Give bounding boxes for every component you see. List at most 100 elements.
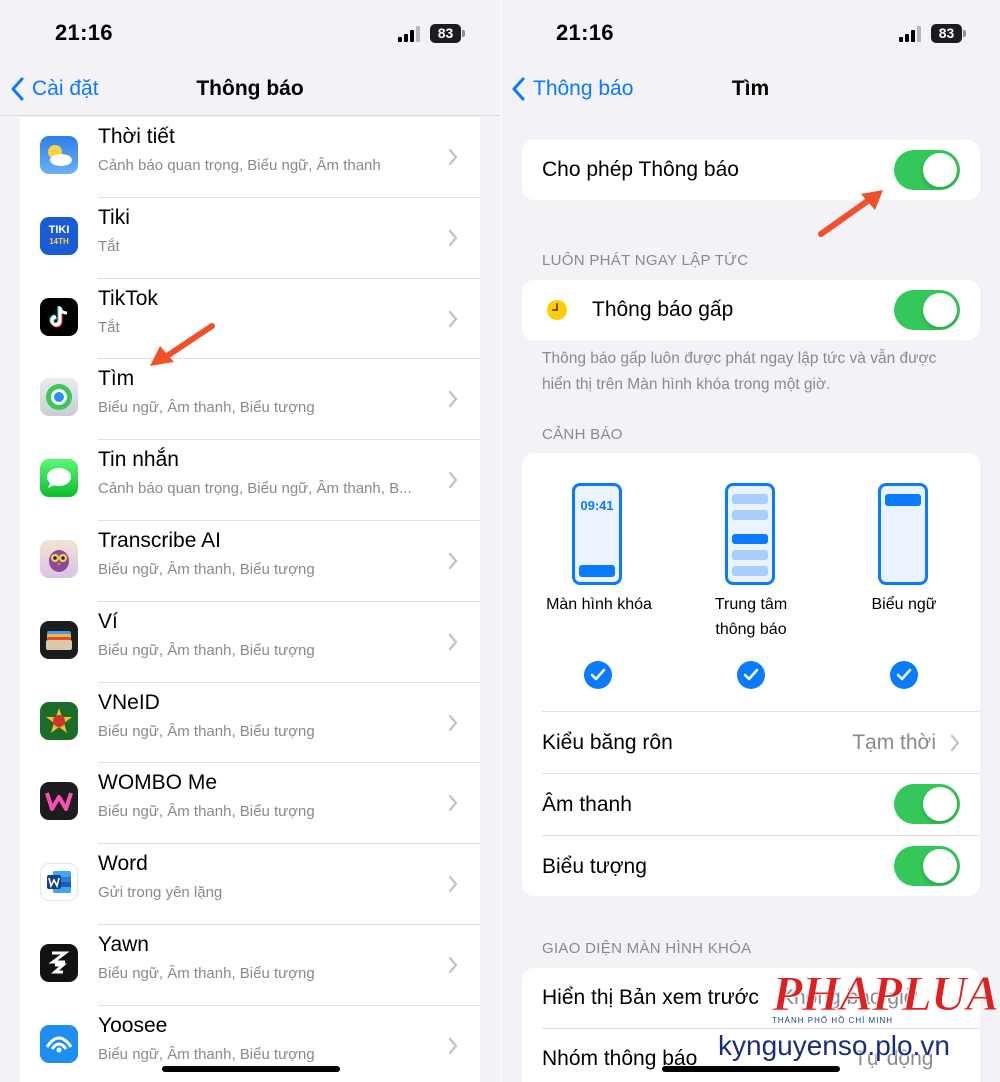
list-item[interactable]: Yawn Biểu ngữ, Âm thanh, Biểu tượng [20, 925, 480, 1006]
sound-toggle[interactable] [894, 784, 960, 824]
list-item[interactable]: Tin nhắn Cảnh báo quan trọng, Biểu ngữ, … [20, 440, 480, 521]
banner-check-icon[interactable] [890, 661, 918, 689]
status-time: 21:16 [556, 20, 614, 45]
allow-notifications-card: Cho phép Thông báo [522, 140, 980, 200]
wombo-me-icon [40, 782, 78, 821]
badge-row: Biểu tượng [522, 836, 980, 896]
list-item[interactable]: Word Gửi trong yên lặng [20, 844, 480, 925]
home-indicator [662, 1066, 840, 1072]
toggle-knob [923, 849, 957, 883]
notification-center-label-line2: thông báo [715, 621, 787, 638]
chevron-right-icon [448, 1037, 458, 1054]
wallet-icon [40, 620, 78, 659]
badge-toggle[interactable] [894, 846, 960, 886]
word-icon [40, 863, 78, 902]
section-header-immediate: LUÔN PHÁT NGAY LẬP TỨC [542, 252, 749, 269]
status-time: 21:16 [55, 20, 113, 45]
app-subtitle: Cảnh báo quan trọng, Biểu ngữ, Âm thanh,… [98, 480, 412, 498]
chevron-right-icon [448, 391, 458, 408]
app-name: WOMBO Me [98, 771, 217, 795]
home-indicator [162, 1066, 340, 1072]
tiki-icon-label: TIKI [48, 223, 70, 236]
chevron-right-icon [448, 310, 458, 327]
lock-screen-banner [579, 565, 615, 577]
cellular-signal-icon [899, 26, 923, 42]
transcribe-ai-icon [40, 539, 78, 578]
alerts-card: 09:41 Màn hình khóa Trung tâm thông báo … [522, 453, 980, 896]
app-name: Yoosee [98, 1013, 168, 1037]
app-name: Tin nhắn [98, 448, 179, 472]
sound-label: Âm thanh [542, 793, 632, 816]
banner-style-value: Tạm thời [852, 731, 936, 754]
app-subtitle: Biểu ngữ, Âm thanh, Biểu tượng [98, 560, 315, 578]
chevron-right-icon [448, 714, 458, 731]
list-item-find-my[interactable]: Tìm Biểu ngữ, Âm thanh, Biểu tượng [20, 359, 480, 441]
toggle-knob [923, 787, 957, 821]
app-subtitle: Biểu ngữ, Âm thanh, Biểu tượng [98, 964, 315, 982]
tiktok-icon [40, 297, 78, 336]
page-title: Thông báo [196, 77, 304, 100]
phapluat-brand: PHAPLUAT [772, 965, 1000, 1021]
battery-icon: 83 [931, 24, 962, 43]
app-subtitle: Biểu ngữ, Âm thanh, Biểu tượng [98, 399, 315, 417]
battery-icon: 83 [430, 24, 461, 43]
urgent-toggle[interactable] [894, 290, 960, 330]
lock-screen-check-icon[interactable] [584, 661, 612, 689]
notification-center-check-icon[interactable] [737, 661, 765, 689]
app-name: Word [98, 852, 148, 876]
banner-style-label: Kiểu băng rôn [542, 731, 673, 754]
chevron-right-icon [448, 875, 458, 893]
battery-tip [462, 30, 465, 37]
list-item[interactable]: VNeID Biểu ngữ, Âm thanh, Biểu tượng [20, 683, 480, 764]
allow-notifications-label: Cho phép Thông báo [542, 158, 739, 181]
app-name: VNeID [98, 690, 160, 714]
list-item[interactable]: Thời tiết Cảnh báo quan trọng, Biểu ngữ,… [20, 117, 480, 198]
app-subtitle: Biểu ngữ, Âm thanh, Biểu tượng [98, 1045, 315, 1063]
sound-row: Âm thanh [522, 774, 980, 835]
urgent-label: Thông báo gấp [592, 298, 734, 321]
list-item[interactable]: Transcribe AI Biểu ngữ, Âm thanh, Biểu t… [20, 521, 480, 602]
annotation-arrow-icon [150, 323, 215, 366]
phapluat-logo: PHAPLUAT THÀNH PHỐ HỒ CHÍ MINH [772, 965, 1000, 1028]
app-name: Thời tiết [98, 125, 175, 148]
list-item[interactable]: Ví Biểu ngữ, Âm thanh, Biểu tượng [20, 602, 480, 683]
messages-icon [40, 459, 78, 498]
app-subtitle: Biểu ngữ, Âm thanh, Biểu tượng [98, 722, 315, 740]
find-my-notification-settings: 21:16 83 Thông báo Tìm Cho phép Thông bá… [500, 0, 1000, 1082]
status-bar: 21:16 83 [501, 0, 1000, 64]
app-subtitle: Cảnh báo quan trọng, Biểu ngữ, Âm thanh [98, 157, 381, 174]
list-item[interactable]: TikTok Tắt [20, 279, 480, 360]
weather-icon [40, 136, 78, 174]
app-subtitle: Gửi trong yên lặng [98, 884, 223, 902]
app-subtitle: Biểu ngữ, Âm thanh, Biểu tượng [98, 803, 315, 821]
section-header-alerts: CẢNH BÁO [542, 426, 623, 443]
status-bar: 21:16 83 [0, 0, 500, 64]
banner-style-row[interactable]: Kiểu băng rôn Tạm thời [522, 712, 980, 773]
banner-preview[interactable] [878, 483, 928, 585]
list-item[interactable]: TIKI 14TH Tiki Tắt [20, 198, 480, 279]
app-subtitle: Tắt [98, 318, 120, 336]
clock-icon [547, 300, 567, 320]
nav-bar: Cài đặt Thông báo [0, 64, 500, 116]
allow-notifications-toggle[interactable] [894, 150, 960, 190]
urgent-footnote: Thông báo gấp luôn được phát ngay lập tứ… [542, 350, 937, 393]
app-name: TikTok [98, 286, 158, 310]
watermark-site: kynguyenso.plo.vn [718, 1030, 950, 1061]
chevron-right-icon [448, 956, 458, 974]
lock-screen-time: 09:41 [580, 498, 614, 513]
page-title: Tìm [731, 77, 770, 100]
app-subtitle: Biểu ngữ, Âm thanh, Biểu tượng [98, 641, 315, 659]
nav-bar: Thông báo Tìm [501, 64, 1000, 116]
toggle-knob [923, 293, 957, 327]
yawn-icon [40, 943, 78, 982]
chevron-right-icon [448, 471, 458, 489]
list-item[interactable]: WOMBO Me Biểu ngữ, Âm thanh, Biểu tượng [20, 763, 480, 845]
notification-center-preview[interactable] [725, 483, 775, 585]
cellular-signal-icon [398, 26, 422, 42]
notification-center-label: Trung tâm thông báo [674, 592, 828, 642]
lock-screen-preview[interactable]: 09:41 [572, 483, 622, 585]
chevron-right-icon [448, 229, 458, 246]
battery-tip [963, 30, 966, 37]
chevron-right-icon [448, 795, 458, 812]
show-previews-label: Hiển thị Bản xem trước [542, 986, 759, 1009]
